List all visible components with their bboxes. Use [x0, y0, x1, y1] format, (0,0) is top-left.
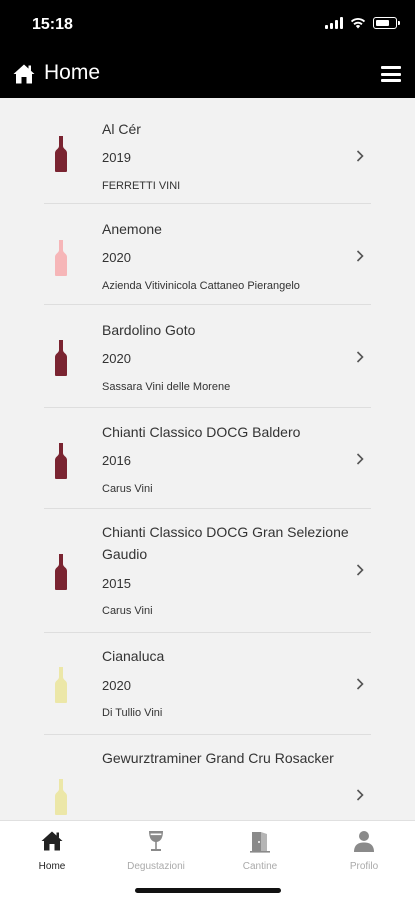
status-icons — [325, 17, 400, 29]
wine-producer: Di Tullio Vini — [102, 707, 163, 719]
tab-cantine[interactable]: Cantine — [208, 827, 312, 883]
status-bar: 15:18 — [0, 0, 415, 50]
wine-producer: FERRETTI VINI — [102, 180, 181, 192]
wine-name: Anemone — [102, 221, 162, 237]
wine-name: Cianaluca — [102, 648, 165, 664]
tab-degustazioni[interactable]: Degustazioni — [104, 827, 208, 883]
wine-bottle-icon — [55, 779, 67, 815]
list-item[interactable]: Bardolino Goto 2020 Sassara Vini delle M… — [0, 305, 415, 408]
wine-year: 2019 — [102, 150, 131, 165]
page-title: Home — [44, 61, 101, 84]
wine-producer: Sassara Vini delle Morene — [102, 381, 231, 393]
wine-year: 2020 — [102, 351, 131, 366]
chevron-right-icon — [356, 789, 364, 801]
wine-producer: Carus Vini — [102, 483, 153, 495]
status-time: 15:18 — [32, 16, 73, 33]
wine-glass-icon — [149, 831, 163, 851]
cellar-door-icon — [250, 832, 270, 853]
wine-bottle-icon — [55, 136, 67, 172]
wine-bottle-icon — [55, 340, 67, 376]
wine-name: Al Cér — [102, 121, 141, 137]
wine-bottle-icon — [55, 240, 67, 276]
wine-producer: Azienda Vitivinicola Cattaneo Pierangelo — [102, 280, 300, 292]
list-item[interactable]: Chianti Classico DOCG Gran Selezione Gau… — [0, 509, 415, 633]
home-indicator — [135, 888, 281, 893]
home-icon[interactable] — [12, 62, 36, 86]
wine-bottle-icon — [55, 443, 67, 479]
wine-year: 2020 — [102, 250, 131, 265]
wine-name: Gewurztraminer Grand Cru Rosacker — [102, 750, 334, 766]
list-item[interactable]: Gewurztraminer Grand Cru Rosacker — [0, 735, 415, 820]
cellular-signal-icon — [325, 17, 343, 29]
chevron-right-icon — [356, 678, 364, 690]
list-item[interactable]: Cianaluca 2020 Di Tullio Vini — [0, 633, 415, 735]
tab-label: Profilo — [349, 861, 379, 872]
wine-name: Chianti Classico DOCG Baldero — [102, 424, 301, 440]
tab-home[interactable]: Home — [0, 827, 104, 883]
wine-bottle-icon — [55, 554, 67, 590]
tab-label: Home — [38, 861, 66, 872]
user-icon — [354, 831, 374, 852]
nav-bar: Home — [0, 50, 415, 98]
wine-list: Al Cér 2019 FERRETTI VINI Anemone 2020 A… — [0, 98, 415, 820]
chevron-right-icon — [356, 150, 364, 162]
tab-label: Degustazioni — [127, 861, 185, 872]
chevron-right-icon — [356, 453, 364, 465]
list-item[interactable]: Al Cér 2019 FERRETTI VINI — [0, 98, 415, 204]
list-item[interactable]: Chianti Classico DOCG Baldero 2016 Carus… — [0, 408, 415, 509]
chevron-right-icon — [356, 250, 364, 262]
tab-profilo[interactable]: Profilo — [312, 827, 415, 883]
wine-bottle-icon — [55, 667, 67, 703]
wine-name: Bardolino Goto — [102, 322, 196, 338]
battery-icon — [373, 17, 400, 29]
hamburger-menu-icon[interactable] — [381, 66, 401, 82]
chevron-right-icon — [356, 564, 364, 576]
wine-year: 2015 — [102, 576, 131, 591]
tab-label: Cantine — [242, 861, 278, 872]
wine-year: 2020 — [102, 678, 131, 693]
home-icon — [41, 831, 63, 851]
wine-producer: Carus Vini — [102, 605, 153, 617]
wine-name: Chianti Classico DOCG Gran Selezione Gau… — [102, 524, 349, 562]
chevron-right-icon — [356, 351, 364, 363]
wifi-icon — [350, 17, 366, 29]
wine-year: 2016 — [102, 453, 131, 468]
list-item[interactable]: Anemone 2020 Azienda Vitivinicola Cattan… — [0, 204, 415, 305]
